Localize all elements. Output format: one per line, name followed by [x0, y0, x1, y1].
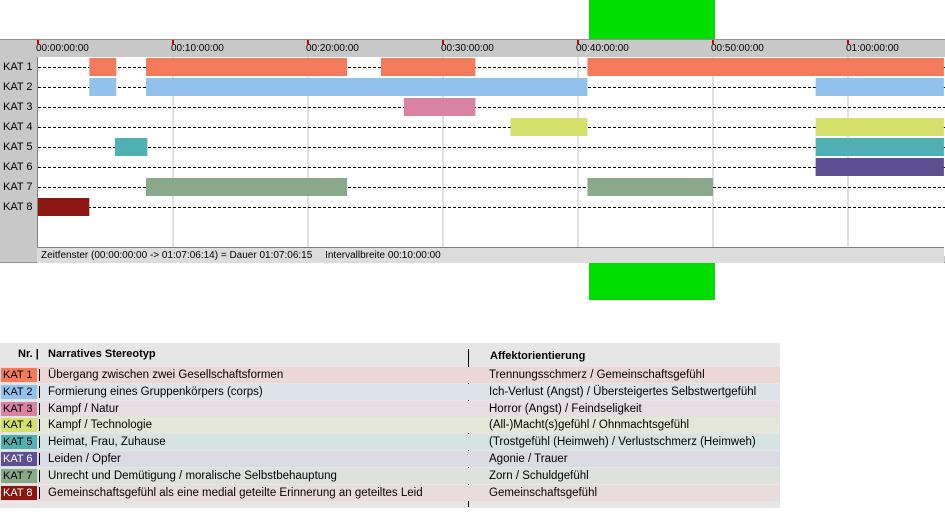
category-label: KAT 6 [3, 161, 33, 173]
legend-separator [39, 419, 40, 432]
status-bar: Zeitfenster (00:00:00:00 -> 01:07:06:14)… [37, 247, 944, 263]
timeline-svg [38, 57, 945, 247]
legend-affekt: Horror (Angst) / Feindseligkeit [489, 402, 642, 415]
segment-kat-6 [815, 158, 944, 176]
category-label: KAT 4 [3, 121, 33, 133]
legend-affekt: Zorn / Schuldgefühl [489, 469, 589, 482]
legend-header-stereotyp: Narratives Stereotyp [48, 348, 156, 360]
legend-separator [39, 453, 40, 465]
segment-kat-8 [38, 198, 90, 216]
category-label: KAT 7 [3, 181, 33, 193]
legend-separator [39, 385, 40, 398]
legend-affekt: (Trostgefühl (Heimweh) / Verlustschmerz … [489, 436, 756, 449]
legend-row: KAT 1 Übergang zwischen zwei Gesellschaft… [0, 367, 780, 383]
legend-row: KAT 3 Kampf / Natur Horror (Angst) / Feind… [0, 400, 780, 417]
legend-stereotyp: Leiden / Opfer [48, 453, 121, 465]
segment-kat-1 [89, 58, 117, 76]
legend-badge: KAT 3 [1, 401, 37, 416]
legend-row: KAT 6 Leiden / Opfer Agonie / Trauer [0, 451, 780, 467]
legend-separator [39, 402, 40, 415]
category-label: KAT 3 [3, 101, 33, 113]
tick-label: 00:10:00:00 [171, 43, 224, 54]
legend-stereotyp: Heimat, Frau, Zuhause [48, 436, 166, 449]
timeline-panel: KAT 1 KAT 2 KAT 3 KAT 4 KAT 5 KAT 6 KAT 7 KAT 8… [0, 39, 945, 263]
legend-stereotyp: Kampf / Natur [48, 402, 119, 415]
timeline-plot [37, 57, 945, 256]
segment-kat-1 [146, 58, 348, 76]
legend-affekt: (All-)Macht(s)gefühl / Ohnmachtsgefühl [489, 419, 690, 432]
category-label: KAT 8 [3, 201, 33, 213]
legend-row: KAT 2 Formierung eines Gruppenkörpers (co… [0, 383, 780, 400]
legend-affekt: Gemeinschaftsgefühl [489, 486, 598, 499]
legend-stereotyp: Übergang zwischen zwei Gesellschaftsform… [48, 369, 284, 381]
tick-label: 00:00:00:00 [36, 43, 89, 54]
segment-kat-1 [587, 58, 944, 76]
legend-stereotyp: Formierung eines Gruppenkörpers (corps) [48, 385, 263, 398]
segment-kat-5 [114, 138, 148, 156]
legend-badge: KAT 4 [1, 418, 37, 433]
tick-label: 00:30:00:00 [441, 43, 494, 54]
category-label: KAT 1 [3, 61, 33, 73]
segment-kat-5 [815, 138, 944, 156]
segment-kat-7 [146, 178, 348, 196]
segment-kat-1 [380, 58, 476, 76]
legend-row: KAT 5 Heimat, Frau, Zuhause (Trostgefühl (… [0, 434, 780, 451]
segment-kat-7 [587, 178, 713, 196]
tick-label: 00:20:00:00 [306, 43, 359, 54]
legend-separator [39, 369, 40, 381]
legend-affekt: Agonie / Trauer [489, 453, 568, 465]
segment-kat-4 [815, 118, 944, 136]
legend-header-nr: Nr. | [18, 348, 39, 360]
tick-label: 00:40:00:00 [576, 43, 629, 54]
legend-separator [39, 469, 40, 482]
legend-separator [39, 436, 40, 449]
marker-top [589, 0, 715, 39]
legend-row: KAT 7 Unrecht und Demütigung / moralische… [0, 467, 780, 484]
legend-stereotyp: Kampf / Technologie [48, 419, 152, 432]
status-range: Zeitfenster (00:00:00:00 -> 01:07:06:14)… [41, 250, 313, 261]
legend-row: KAT 4 Kampf / Technologie (All-)Macht(s)ge… [0, 417, 780, 434]
category-label: KAT 2 [3, 81, 33, 93]
legend-row: KAT 8 Gemeinschaftsgefühl als eine medial… [0, 484, 780, 501]
legend-badge: KAT 6 [1, 452, 37, 466]
tick-label: 01:00:00:00 [846, 43, 899, 54]
legend-badge: KAT 7 [1, 468, 37, 483]
legend-badge: KAT 1 [1, 368, 37, 382]
legend-header-affekt: Affektorientierung [490, 350, 586, 362]
segment-kat-4 [510, 118, 588, 136]
tick-label: 00:50:00:00 [711, 43, 764, 54]
legend-separator [39, 486, 40, 499]
segment-kat-3 [403, 98, 476, 116]
legend-affekt: Ich-Verlust (Angst) / Übersteigertes Sel… [489, 385, 757, 398]
legend-badge: KAT 5 [1, 435, 37, 450]
status-interval: Intervallbreite 00:10:00:00 [325, 250, 441, 261]
legend-affekt: Trennungsschmerz / Gemeinschaftsgefühl [489, 369, 705, 381]
category-labels: KAT 1 KAT 2 KAT 3 KAT 4 KAT 5 KAT 6 KAT 7 KAT 8 [0, 40, 37, 262]
segment-kat-2 [815, 78, 944, 96]
legend-badge: KAT 2 [1, 384, 37, 399]
time-ruler: 00:00:00:00 00:10:00:00 00:20:00:00 00:30:0… [36, 40, 944, 57]
legend-stereotyp: Gemeinschaftsgefühl als eine medial gete… [48, 486, 423, 499]
category-label: KAT 5 [3, 141, 33, 153]
segment-kat-2 [89, 78, 117, 96]
segment-kat-2 [146, 78, 588, 96]
legend-badge: KAT 8 [1, 485, 37, 500]
marker-bottom [589, 263, 715, 300]
legend-table: Nr. | Narratives Stereotyp Affektorienti… [0, 343, 780, 508]
legend-stereotyp: Unrecht und Demütigung / moralische Selb… [48, 469, 337, 482]
